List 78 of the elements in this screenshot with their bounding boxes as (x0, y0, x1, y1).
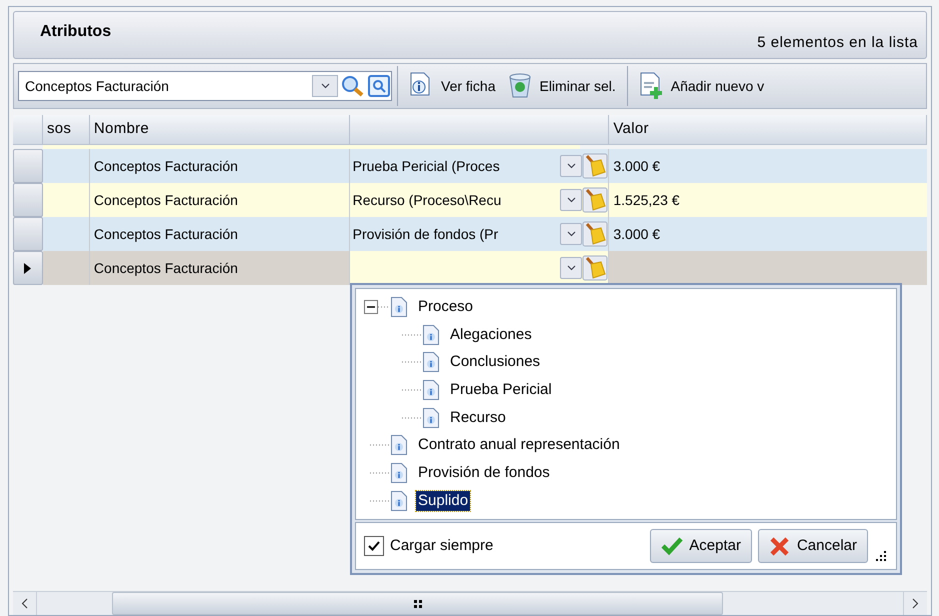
combo-cell[interactable]: Recurso (Proceso\Recu (350, 183, 610, 217)
combo-value: Prueba Pericial (Proces (352, 156, 501, 176)
dialog-button[interactable]: Aceptar (650, 529, 752, 563)
combo-cell[interactable] (350, 251, 610, 285)
broom-icon[interactable] (582, 187, 608, 213)
tree-item[interactable]: Provisión de fondos (416, 462, 552, 483)
dropdown-button[interactable] (560, 189, 582, 211)
item-count: 5 elementos en la lista (757, 32, 918, 52)
chevron-icon (320, 83, 330, 89)
pointer-icon (24, 262, 32, 274)
tree-item[interactable]: Proceso (416, 296, 476, 317)
table-cell (42, 251, 90, 285)
document-icon (422, 351, 440, 374)
toolbar-button[interactable]: Ver ficha (403, 68, 502, 104)
cross-icon (768, 536, 791, 556)
dialog-button[interactable]: Cancelar (758, 529, 868, 563)
document-icon (390, 296, 408, 318)
combo-value: Provisión de fondos (Pr (352, 224, 500, 244)
table-cell: Conceptos Facturación (90, 183, 350, 217)
checkbox[interactable] (364, 536, 384, 556)
table-cell: Conceptos Facturación (90, 217, 350, 251)
add-document-icon (638, 72, 665, 100)
checkmark-icon (368, 541, 380, 551)
chevron-right-icon (912, 598, 919, 609)
combo-cell[interactable]: Prueba Pericial (Proces (350, 149, 610, 183)
chevron-icon (566, 231, 576, 237)
filter-combo[interactable]: Conceptos Facturación (18, 71, 392, 101)
tree-item[interactable]: Conclusiones (448, 352, 542, 372)
tree-item[interactable]: Contrato anual representación (416, 435, 622, 456)
row-indicator[interactable] (13, 251, 43, 285)
column-header[interactable]: Valor (609, 115, 927, 145)
document-icon (390, 434, 408, 456)
document-icon (390, 490, 408, 512)
table-cell: 1.525,23 € (609, 183, 928, 217)
document-icon (422, 324, 440, 346)
tree-item[interactable]: Alegaciones (448, 324, 534, 345)
dropdown-button[interactable] (560, 155, 582, 177)
combo-value: Recurso (Proceso\Recu (352, 190, 502, 210)
header-cell (13, 115, 43, 145)
panel-title: Atributos (40, 22, 112, 42)
table-cell (42, 217, 90, 251)
tree-item[interactable]: Prueba Pericial (448, 380, 554, 400)
trash-bin-icon (507, 72, 534, 100)
broom-icon[interactable] (582, 221, 608, 247)
collapse-toggle-icon[interactable] (364, 300, 378, 314)
table-cell: Conceptos Facturación (90, 251, 350, 285)
broom-icon[interactable] (582, 153, 608, 179)
chevron-icon (566, 265, 576, 271)
table-cell: Conceptos Facturación (90, 149, 350, 183)
checkbox-label: Cargar siempre (390, 536, 494, 556)
filter-value: Conceptos Facturación (24, 76, 170, 96)
toolbar-button[interactable]: Eliminar sel. (501, 68, 622, 104)
toolbar-button[interactable]: Añadir nuevo v (632, 68, 770, 104)
dropdown-button[interactable] (560, 257, 582, 279)
table-cell: 3.000 € (609, 217, 928, 251)
chevron-left-icon (21, 598, 28, 609)
table-cell (42, 183, 90, 217)
document-icon (422, 378, 440, 401)
combo-cell[interactable]: Provisión de fondos (Pr (350, 217, 610, 251)
resize-grip-icon[interactable] (874, 549, 888, 563)
tree-connector (378, 304, 390, 309)
chevron-icon (566, 197, 576, 203)
broom-icon[interactable] (582, 255, 608, 281)
dropdown-button[interactable] (560, 223, 582, 245)
table-cell: 3.000 € (609, 149, 928, 183)
scroll-thumb[interactable] (112, 592, 723, 615)
tree-item[interactable]: Recurso (448, 408, 508, 428)
chevron-icon (566, 163, 576, 169)
search-window-icon[interactable] (367, 74, 391, 98)
table-cell (42, 149, 90, 183)
column-header[interactable]: Nombre (90, 115, 350, 145)
header-cell[interactable] (350, 115, 610, 145)
document-icon (390, 462, 408, 484)
checkmark-icon (661, 536, 684, 556)
document-icon (422, 406, 440, 429)
column-header[interactable]: sos (42, 115, 90, 145)
tree-item[interactable]: Suplido (416, 490, 470, 511)
grip-icon (414, 600, 422, 608)
